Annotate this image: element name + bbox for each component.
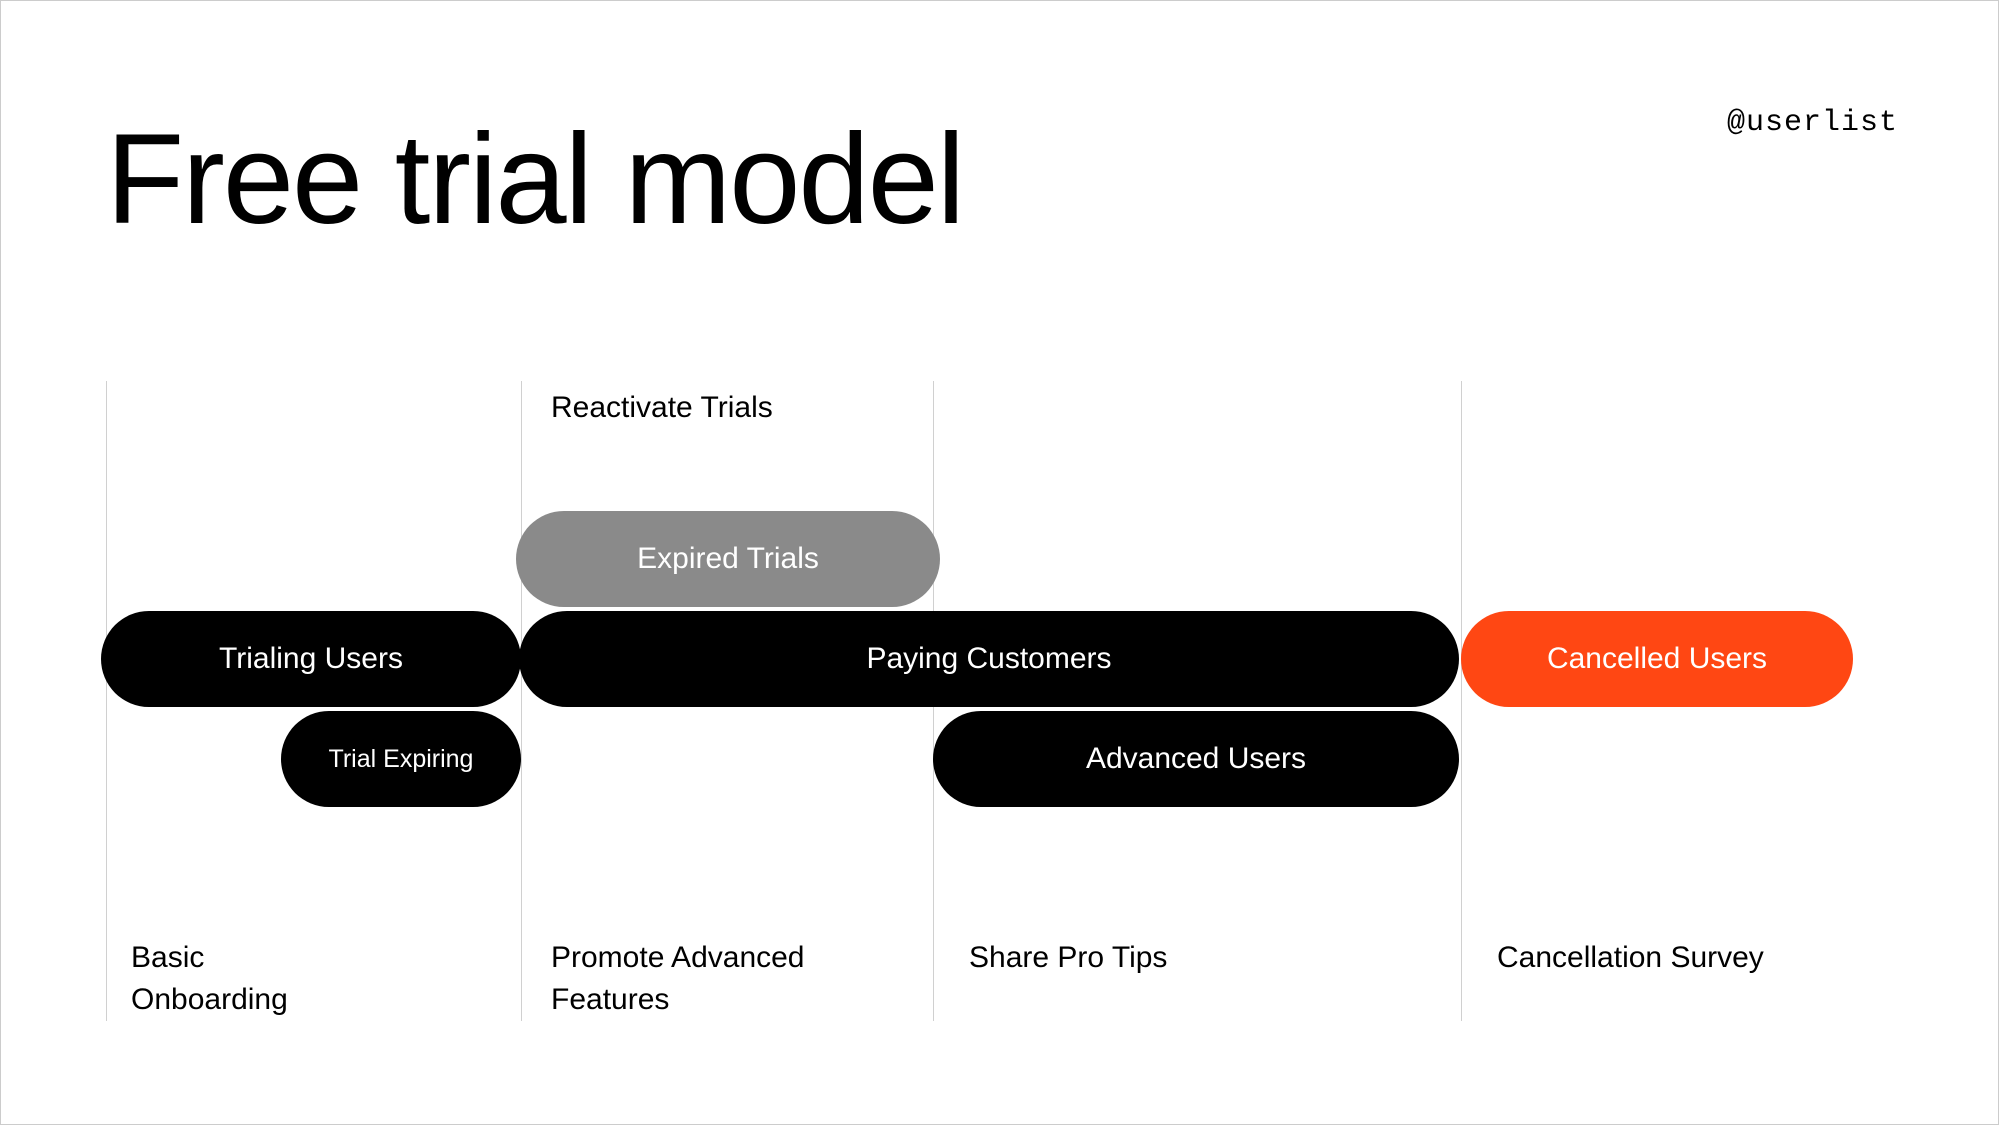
divider-line xyxy=(1461,381,1462,1021)
pill-paying-customers: Paying Customers xyxy=(519,611,1459,707)
pill-label: Expired Trials xyxy=(637,542,819,576)
pill-label: Paying Customers xyxy=(866,642,1111,676)
pill-label: Trialing Users xyxy=(219,642,403,676)
pill-label: Cancelled Users xyxy=(1547,642,1767,676)
handle-tag: @userlist xyxy=(1727,106,1898,140)
divider-line xyxy=(106,381,107,1021)
pill-cancelled-users: Cancelled Users xyxy=(1461,611,1853,707)
stage-bottom-label: Basic Onboarding xyxy=(131,937,288,1021)
lifecycle-diagram: Reactivate Trials Expired Trials Trialin… xyxy=(101,381,1898,1021)
stage-top-label: Reactivate Trials xyxy=(551,391,773,425)
stage-bottom-label: Share Pro Tips xyxy=(969,937,1167,979)
pill-trialing-users: Trialing Users xyxy=(101,611,521,707)
pill-advanced-users: Advanced Users xyxy=(933,711,1459,807)
pill-label: Advanced Users xyxy=(1086,742,1306,776)
slide-title: Free trial model xyxy=(106,106,963,253)
divider-line xyxy=(521,381,522,1021)
pill-label: Trial Expiring xyxy=(329,745,474,774)
stage-bottom-label: Cancellation Survey xyxy=(1497,937,1764,979)
pill-expired-trials: Expired Trials xyxy=(516,511,940,607)
pill-trial-expiring: Trial Expiring xyxy=(281,711,521,807)
stage-bottom-label: Promote Advanced Features xyxy=(551,937,805,1021)
